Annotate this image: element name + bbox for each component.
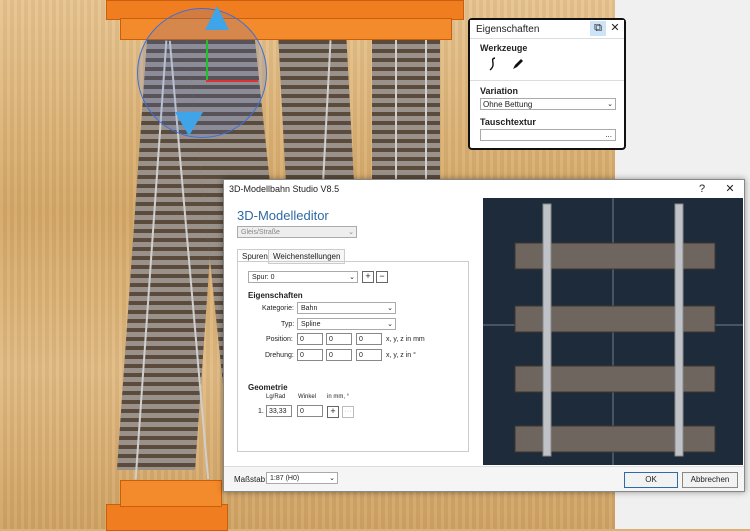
scale-label: Maßstab: bbox=[234, 475, 268, 484]
kategorie-label: Kategorie: bbox=[262, 305, 294, 312]
add-segment-button[interactable]: + bbox=[327, 406, 339, 418]
divider bbox=[470, 80, 624, 81]
position-x-input[interactable]: 0 bbox=[297, 333, 323, 345]
col-angle-label: Winkel bbox=[298, 394, 317, 400]
cancel-button[interactable]: Abbrechen bbox=[682, 472, 738, 488]
rotation-y-input[interactable]: 0 bbox=[326, 349, 352, 361]
rotation-z-input[interactable]: 0 bbox=[356, 349, 382, 361]
properties-panel: Eigenschaften ⧉ ✕ Werkzeuge Variation Oh… bbox=[468, 18, 626, 150]
gizmo-arrow-down-icon[interactable] bbox=[175, 112, 203, 136]
variation-select[interactable]: Ohne Bettung ⌄ bbox=[480, 98, 616, 110]
scale-select[interactable]: 1:87 (H0) ⌄ bbox=[266, 472, 338, 484]
texture-field[interactable]: ... bbox=[480, 129, 616, 141]
variation-label: Variation bbox=[480, 86, 519, 96]
row-index: 1. bbox=[258, 408, 264, 415]
chevron-down-icon: ⌄ bbox=[387, 305, 393, 312]
platform-bottom-sub bbox=[120, 480, 222, 507]
variation-value: Ohne Bettung bbox=[483, 100, 533, 109]
dialog-title: 3D-Modellbahn Studio V8.5 bbox=[229, 184, 340, 194]
platform-top bbox=[106, 0, 464, 20]
texture-label: Tauschtextur bbox=[480, 117, 536, 127]
rotation-x-input[interactable]: 0 bbox=[297, 349, 323, 361]
remove-track-button[interactable]: − bbox=[376, 271, 388, 283]
curve-tool-icon[interactable] bbox=[485, 56, 501, 72]
gizmo-axis-red bbox=[206, 80, 258, 82]
position-unit: x, y, z in mm bbox=[386, 336, 425, 343]
category-select: Gleis/Straße ⌄ bbox=[237, 226, 357, 238]
position-label: Position: bbox=[266, 336, 293, 343]
dialog-close-icon[interactable]: ✕ bbox=[718, 180, 742, 198]
texture-browse-button[interactable]: ... bbox=[605, 129, 612, 141]
position-y-input[interactable]: 0 bbox=[326, 333, 352, 345]
typ-label: Typ: bbox=[281, 321, 295, 328]
properties-heading: Eigenschaften bbox=[248, 291, 303, 300]
dialog-footer: Maßstab: 1:87 (H0) ⌄ OK Abbrechen bbox=[224, 466, 744, 491]
category-select-value: Gleis/Straße bbox=[241, 229, 280, 236]
ok-button[interactable]: OK bbox=[624, 472, 678, 488]
typ-value: Spline bbox=[301, 321, 321, 328]
row-length-input[interactable]: 33,33 bbox=[266, 405, 292, 417]
gizmo-axis-green bbox=[206, 40, 208, 82]
platform-bottom bbox=[106, 504, 228, 531]
properties-titlebar: Eigenschaften ⧉ ✕ bbox=[470, 20, 624, 39]
preview-canvas bbox=[483, 198, 743, 465]
track-select-value: Spur: 0 bbox=[252, 274, 275, 281]
more-segment-button[interactable]: ··· bbox=[342, 406, 354, 418]
dialog-titlebar: 3D-Modellbahn Studio V8.5 bbox=[224, 180, 744, 198]
pen-tool-icon[interactable] bbox=[510, 56, 526, 72]
typ-select[interactable]: Spline ⌄ bbox=[297, 318, 396, 330]
close-icon[interactable]: ✕ bbox=[607, 21, 623, 36]
help-button[interactable]: ? bbox=[690, 180, 714, 198]
kategorie-value: Bahn bbox=[301, 305, 318, 312]
popout-icon[interactable]: ⧉ bbox=[590, 21, 606, 36]
chevron-down-icon: ⌄ bbox=[607, 101, 613, 108]
track-select[interactable]: Spur: 0 ⌄ bbox=[248, 271, 358, 283]
row-angle-input[interactable]: 0 bbox=[297, 405, 323, 417]
rotation-label: Drehung: bbox=[265, 352, 294, 359]
model-editor-dialog: 3D-Modellbahn Studio V8.5 ? ✕ 3D-Modelle… bbox=[223, 179, 745, 492]
tab-content: Spur: 0 ⌄ + − Eigenschaften Kategorie: B… bbox=[237, 261, 469, 452]
properties-title: Eigenschaften bbox=[476, 24, 540, 35]
scale-value: 1:87 (H0) bbox=[270, 475, 300, 482]
chevron-down-icon: ⌄ bbox=[387, 321, 393, 328]
col-unit-label: in mm, ° bbox=[327, 394, 350, 400]
editor-heading: 3D-Modelleditor bbox=[237, 208, 329, 223]
tools-label: Werkzeuge bbox=[480, 43, 528, 53]
chevron-down-icon: ⌄ bbox=[349, 274, 355, 281]
geometry-heading: Geometrie bbox=[248, 383, 288, 392]
position-z-input[interactable]: 0 bbox=[356, 333, 382, 345]
chevron-down-icon: ⌄ bbox=[329, 475, 335, 482]
col-length-label: Lg/Rad bbox=[266, 394, 286, 400]
rotation-unit: x, y, z in ° bbox=[386, 352, 416, 359]
chevron-down-icon: ⌄ bbox=[348, 229, 354, 236]
kategorie-select[interactable]: Bahn ⌄ bbox=[297, 302, 396, 314]
model-preview[interactable] bbox=[483, 198, 743, 465]
gizmo-arrow-up-icon[interactable] bbox=[205, 6, 229, 30]
add-track-button[interactable]: + bbox=[362, 271, 374, 283]
